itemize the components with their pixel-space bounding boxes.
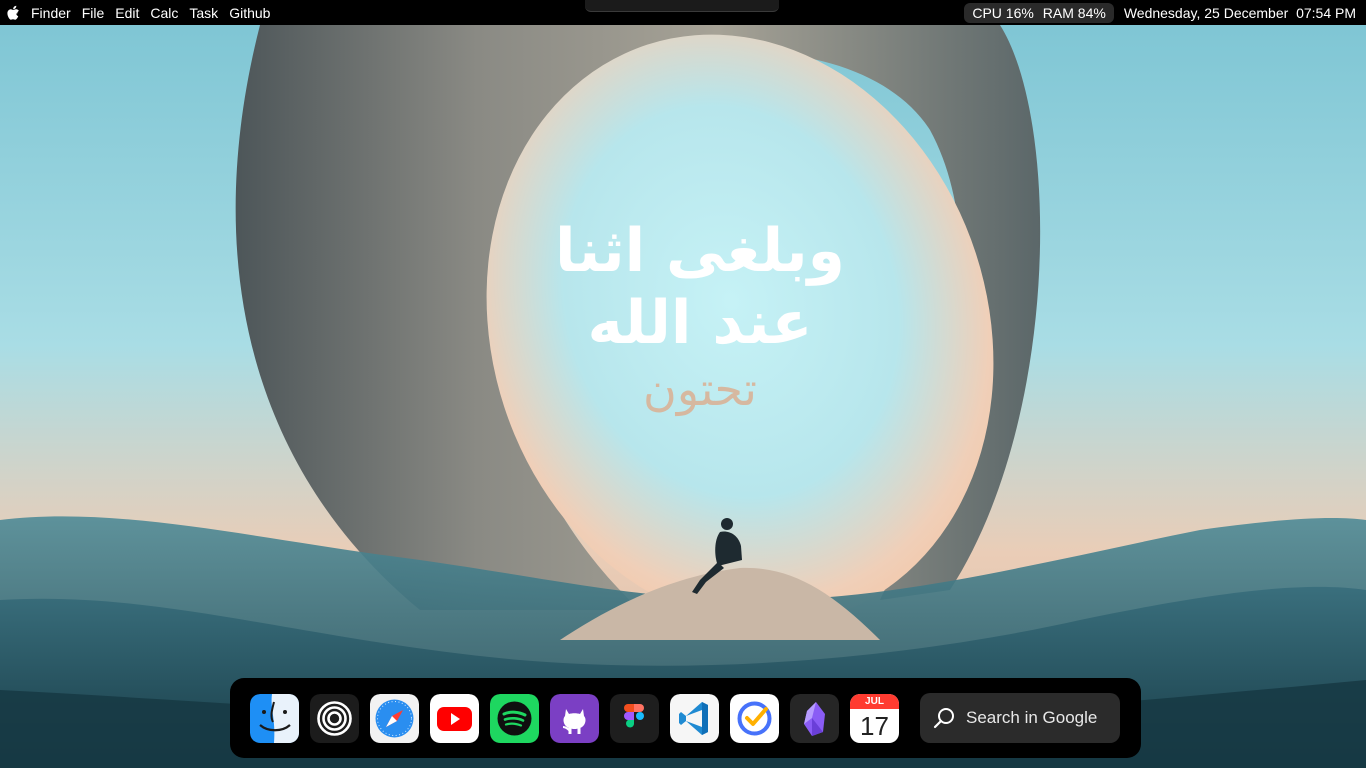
date-time[interactable]: Wednesday, 25 December 07:54 PM	[1124, 5, 1356, 21]
menu-item-file[interactable]: File	[82, 5, 105, 21]
calligraphy-line-2: عند الله	[587, 288, 813, 358]
dock: JUL 17 Search in Google	[230, 678, 1141, 758]
ram-usage: RAM 84%	[1042, 4, 1106, 21]
menu-item-finder[interactable]: Finder	[31, 5, 71, 21]
calligraphy-line-1: وبلغى اثنا	[555, 216, 845, 286]
figma-icon[interactable]	[610, 693, 659, 743]
menu-item-calc[interactable]: Calc	[150, 5, 178, 21]
search-placeholder: Search in Google	[966, 708, 1098, 727]
google-search-box[interactable]: Search in Google	[920, 693, 1120, 743]
system-stats[interactable]: CPU 16% RAM 84%	[964, 2, 1114, 23]
cpu-usage: CPU 16%	[972, 4, 1034, 21]
search-icon	[933, 708, 954, 729]
ticktick-icon[interactable]	[730, 693, 779, 743]
calendar-month: JUL	[850, 693, 899, 709]
menu-item-github[interactable]: Github	[229, 5, 270, 21]
wallpaper-calligraphy: وبلغى اثنا عند الله تحتون	[540, 215, 860, 419]
finder-icon[interactable]	[250, 693, 299, 743]
github-icon[interactable]	[550, 693, 599, 743]
calendar-day: 17	[860, 710, 889, 741]
safari-icon[interactable]	[370, 693, 419, 743]
menu-item-task[interactable]: Task	[189, 5, 218, 21]
apple-logo-icon[interactable]	[6, 5, 20, 21]
menu-bar-right: CPU 16% RAM 84% Wednesday, 25 December 0…	[964, 2, 1356, 23]
rings-icon[interactable]	[310, 693, 359, 743]
obsidian-icon[interactable]	[790, 693, 839, 743]
calligraphy-line-3: تحتون	[643, 362, 757, 416]
youtube-icon[interactable]	[430, 693, 479, 743]
calendar-icon[interactable]: JUL 17	[850, 693, 899, 743]
vscode-icon[interactable]	[670, 693, 719, 743]
menu-bar-left: Finder File Edit Calc Task Github	[6, 5, 270, 21]
top-notch	[585, 0, 779, 12]
menu-item-edit[interactable]: Edit	[115, 5, 139, 21]
spotify-icon[interactable]	[490, 693, 539, 743]
